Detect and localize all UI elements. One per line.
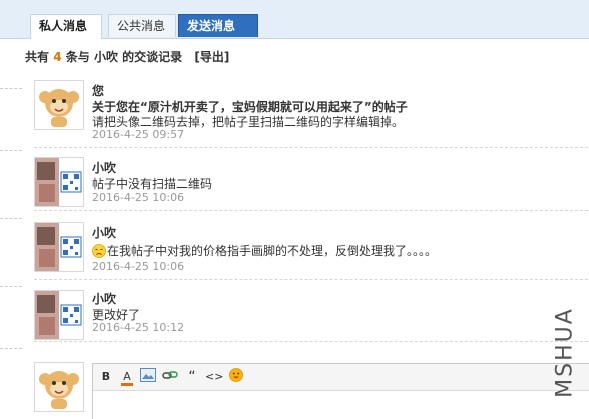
photo-qr-avatar (34, 290, 84, 340)
sender-name: 小吹 (92, 292, 117, 306)
photo-qr-avatar (34, 222, 84, 272)
message-item: 您 关于您在“原汁机开卖了，宝妈假期就可以用起来了”的帖子 请把头像二维码去掉，… (34, 80, 588, 148)
header-prefix: 共有 (25, 50, 50, 64)
message-time: 2016-4-25 10:06 (92, 191, 185, 204)
sad-face-icon (92, 244, 106, 261)
reply-editor: B A “ <> (92, 363, 589, 419)
watermark-text: MSHUA (552, 307, 578, 398)
watermark: MSHUA (548, 300, 588, 410)
message-text: 帖子中没有扫描二维码 (92, 177, 213, 191)
message-item: 小吹 更改好了 2016-4-25 10:12 (34, 290, 588, 342)
message-text: 在我帖子中对我的价格指手画脚的不处理，反倒处理我了。。。。 (107, 244, 438, 258)
quote-icon[interactable]: “ (183, 368, 201, 386)
message-time: 2016-4-25 10:12 (92, 321, 185, 334)
left-divider (0, 348, 22, 349)
tab-public-messages[interactable]: 公共消息 (108, 14, 176, 37)
image-icon[interactable] (139, 368, 157, 386)
message-time: 2016-4-25 10:06 (92, 260, 185, 273)
left-divider (0, 88, 22, 89)
header-middle: 条与 (65, 50, 90, 64)
left-divider (0, 150, 22, 151)
photo-qr-avatar (34, 157, 84, 207)
editor-toolbar: B A “ <> (93, 364, 589, 391)
font-color-letter: A (123, 370, 131, 383)
header-suffix: 的交谈记录 (122, 50, 183, 64)
emoji-icon[interactable] (227, 368, 245, 386)
sender-name: 您 (92, 84, 105, 98)
monkey-avatar (34, 80, 84, 130)
reply-textarea[interactable] (93, 391, 589, 419)
code-icon[interactable]: <> (205, 368, 223, 386)
message-count: 4 (53, 50, 62, 64)
left-divider (0, 286, 22, 287)
conversation-header: 共有 4 条与 小吹 的交谈记录 [导出] (25, 48, 229, 65)
left-divider-guide (0, 68, 22, 418)
message-item: 小吹 帖子中没有扫描二维码 2016-4-25 10:06 (34, 157, 588, 211)
sender-name: 小吹 (92, 226, 117, 240)
tab-private-messages[interactable]: 私人消息 (30, 14, 102, 39)
font-color-swatch (121, 383, 133, 386)
bold-icon[interactable]: B (97, 368, 115, 386)
sender-name: 小吹 (92, 161, 117, 175)
message-text-row: 在我帖子中对我的价格指手画脚的不处理，反倒处理我了。。。。 (92, 242, 437, 261)
left-divider (0, 218, 22, 219)
header-user: 小吹 (93, 50, 118, 64)
tab-bar: 私人消息 公共消息 发送消息 (0, 0, 589, 39)
message-item: 小吹 在我帖子中对我的价格指手画脚的不处理，反倒处理我了。。。。 2016-4-… (34, 222, 588, 280)
link-icon[interactable] (161, 368, 179, 386)
message-time: 2016-4-25 09:57 (92, 128, 185, 141)
monkey-avatar (34, 362, 84, 412)
tab-send-message[interactable]: 发送消息 (178, 14, 258, 37)
font-color-icon[interactable]: A (118, 368, 136, 386)
export-link[interactable]: [导出] (194, 50, 229, 64)
